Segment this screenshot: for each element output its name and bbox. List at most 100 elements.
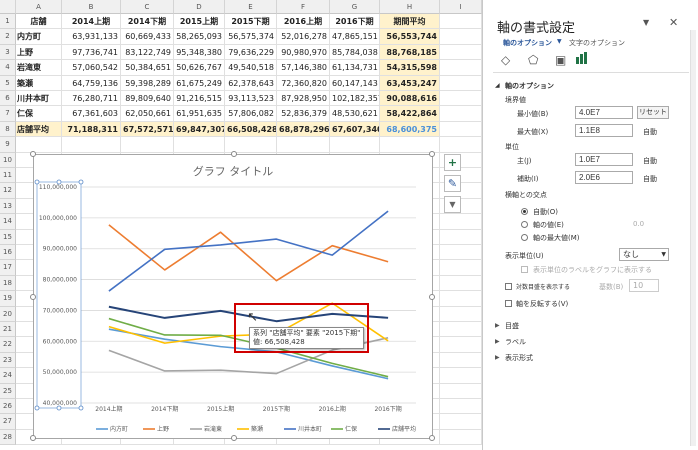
cell-G7[interactable]: 48,530,621 — [330, 106, 380, 122]
cell-I1[interactable] — [440, 14, 482, 30]
chart-filters-button[interactable]: ▼ — [444, 196, 461, 213]
legend-entry-6[interactable]: 仁保 — [345, 425, 357, 433]
cell-B2[interactable]: 63,931,133 — [62, 29, 121, 45]
cell-F4[interactable]: 57,146,380 — [277, 60, 330, 76]
cell-H3[interactable]: 88,768,185 — [380, 44, 440, 61]
log-scale-checkbox[interactable] — [505, 283, 512, 290]
cell-A6[interactable]: 川井本町 — [16, 91, 62, 107]
data-point[interactable] — [107, 317, 111, 321]
close-icon[interactable]: ✕ — [669, 16, 678, 29]
y-tick-label[interactable]: 90,000,000 — [43, 246, 78, 253]
cell-I8[interactable] — [440, 121, 482, 138]
cell-A1[interactable]: 店舗 — [16, 14, 62, 30]
data-point[interactable] — [219, 230, 223, 234]
cell-I5[interactable] — [440, 75, 482, 91]
cross-max-radio[interactable] — [521, 234, 528, 241]
cell-F5[interactable]: 72,360,820 — [277, 75, 330, 91]
cell-C4[interactable]: 50,384,651 — [121, 60, 174, 76]
chart-handle-tm[interactable] — [231, 151, 237, 157]
size-properties-icon[interactable]: ▣ — [555, 53, 566, 67]
cell[interactable] — [16, 137, 62, 153]
y-tick-label[interactable]: 110,000,000 — [39, 184, 77, 191]
cell[interactable] — [440, 137, 482, 153]
cell[interactable] — [440, 414, 482, 430]
data-point[interactable] — [330, 253, 334, 257]
data-point[interactable] — [219, 368, 223, 372]
select-all-corner[interactable] — [0, 0, 16, 14]
y-axis-handle[interactable] — [34, 405, 40, 411]
fill-line-icon[interactable]: ◇ — [501, 53, 510, 67]
column-header-A[interactable]: A — [16, 0, 62, 14]
log-base-input[interactable]: 10 — [629, 279, 659, 292]
cell-G5[interactable]: 60,147,143 — [330, 75, 380, 91]
cell[interactable] — [277, 137, 330, 153]
number-chevron-icon[interactable]: ▶ — [495, 354, 500, 361]
max-input[interactable] — [575, 124, 633, 137]
minor-auto-button[interactable]: 自動 — [643, 174, 657, 184]
chart-elements-button[interactable]: + — [444, 154, 461, 171]
cell[interactable] — [174, 137, 225, 153]
labels-section[interactable]: ラベル — [505, 337, 526, 347]
row-header-15[interactable]: 15 — [0, 229, 16, 245]
column-header-G[interactable]: G — [330, 0, 380, 14]
row-header-28[interactable]: 28 — [0, 429, 16, 446]
cell-F8[interactable]: 68,878,296 — [277, 121, 330, 138]
cell-H8[interactable]: 68,600,375 — [380, 121, 440, 138]
cell-E5[interactable]: 62,378,643 — [225, 75, 277, 91]
x-tick-label[interactable]: 2016下期 — [374, 405, 401, 413]
y-axis-handle[interactable] — [78, 179, 84, 185]
reverse-axis-checkbox[interactable] — [505, 300, 512, 307]
cell-H7[interactable]: 58,422,864 — [380, 106, 440, 122]
row-header-7[interactable]: 7 — [0, 106, 16, 122]
series-line-2[interactable] — [108, 224, 389, 282]
section-axis-options[interactable]: 軸のオプション — [505, 81, 554, 91]
cell-F2[interactable]: 52,016,278 — [277, 29, 330, 45]
column-header-F[interactable]: F — [277, 0, 330, 14]
cell[interactable] — [440, 322, 482, 338]
cell-C2[interactable]: 60,669,433 — [121, 29, 174, 45]
cell[interactable] — [440, 260, 482, 276]
chart-handle-tl[interactable] — [30, 151, 36, 157]
row-header-8[interactable]: 8 — [0, 121, 16, 138]
cell-A2[interactable]: 内方町 — [16, 29, 62, 45]
cell[interactable] — [440, 306, 482, 322]
cell-E8[interactable]: 66,508,428 — [225, 121, 277, 138]
cell-E4[interactable]: 49,540,518 — [225, 60, 277, 76]
cell-E7[interactable]: 57,806,082 — [225, 106, 277, 122]
row-header-12[interactable]: 12 — [0, 183, 16, 199]
cell[interactable] — [440, 429, 482, 446]
legend-entry-5[interactable]: 川井本町 — [298, 425, 322, 433]
pane-dropdown-icon[interactable]: ▼ — [643, 18, 649, 27]
data-point[interactable] — [107, 223, 111, 227]
row-header-26[interactable]: 26 — [0, 399, 16, 415]
cell[interactable] — [440, 399, 482, 415]
cell[interactable] — [440, 352, 482, 369]
data-point[interactable] — [275, 279, 279, 283]
legend-entry-4[interactable]: 築瀬 — [251, 425, 263, 433]
cell-C8[interactable]: 67,572,571 — [121, 121, 174, 138]
cell-G4[interactable]: 61,134,731 — [330, 60, 380, 76]
data-point[interactable] — [386, 209, 390, 213]
cell-H4[interactable]: 54,315,598 — [380, 60, 440, 76]
max-auto-button[interactable]: 自動 — [643, 127, 657, 137]
pane-scrollbar[interactable] — [690, 30, 696, 446]
cell[interactable] — [440, 291, 482, 307]
major-auto-button[interactable]: 自動 — [643, 156, 657, 166]
cell-B7[interactable]: 67,361,603 — [62, 106, 121, 122]
cell-G1[interactable]: 2016下期 — [330, 14, 380, 30]
minor-input[interactable] — [575, 171, 633, 184]
data-point[interactable] — [386, 260, 390, 264]
cell-A4[interactable]: 岩滝東 — [16, 60, 62, 76]
chart-handle-ml[interactable] — [30, 294, 36, 300]
data-point[interactable] — [386, 375, 390, 379]
chart-styles-button[interactable]: ✎ — [444, 175, 461, 192]
chart-handle-tr[interactable] — [429, 151, 435, 157]
cross-value-radio[interactable] — [521, 221, 528, 228]
row-header-4[interactable]: 4 — [0, 60, 16, 76]
cell-D2[interactable]: 58,265,093 — [174, 29, 225, 45]
cell-I7[interactable] — [440, 106, 482, 122]
number-section[interactable]: 表示形式 — [505, 353, 533, 363]
x-tick-label[interactable]: 2015下期 — [263, 405, 290, 413]
column-header-B[interactable]: B — [62, 0, 121, 14]
data-point[interactable] — [107, 289, 111, 293]
